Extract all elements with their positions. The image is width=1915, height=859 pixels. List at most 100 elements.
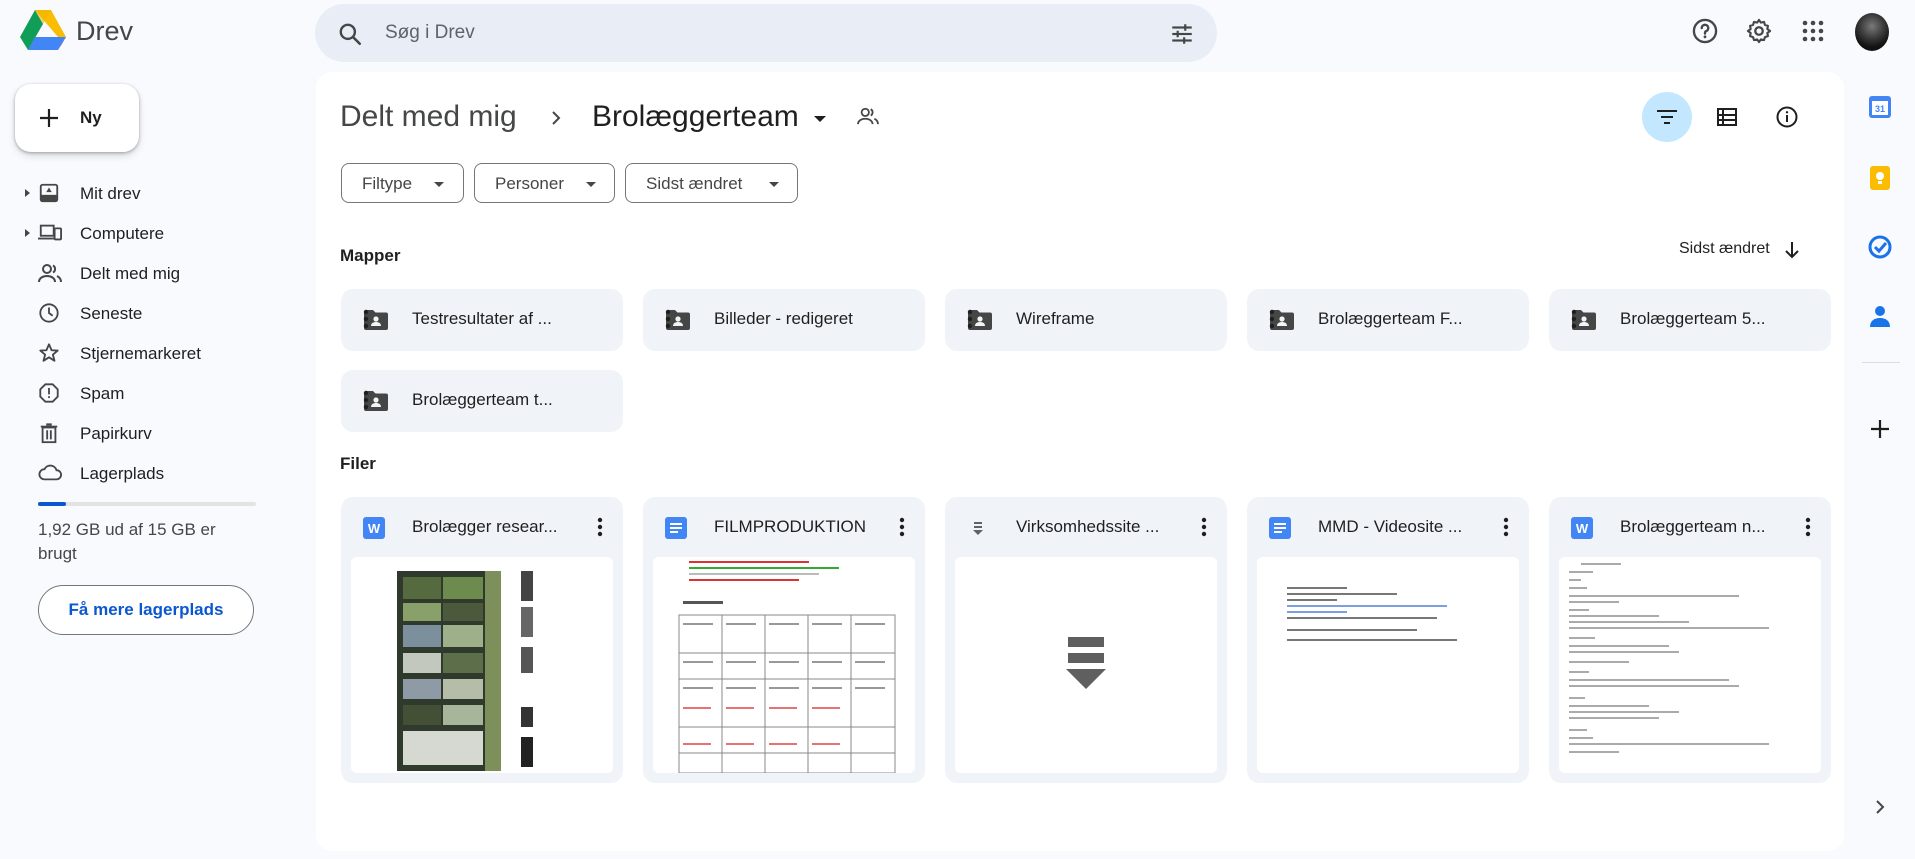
google-docs-shortcut-icon — [1269, 517, 1291, 539]
expand-arrow-icon[interactable] — [25, 229, 30, 237]
cloud-icon — [38, 462, 62, 482]
info-icon — [1775, 105, 1799, 129]
sort-label[interactable]: Sidst ændret — [1679, 240, 1770, 258]
file-card[interactable]: Virksomhedssite ... — [945, 497, 1227, 783]
folder-card[interactable]: Wireframe — [945, 289, 1227, 351]
settings-button[interactable] — [1741, 13, 1777, 49]
sidebar-item-my-drive[interactable]: Mit drev — [0, 173, 300, 213]
chevron-down-icon — [769, 182, 779, 187]
tasks-app-button[interactable] — [1865, 232, 1895, 262]
more-options-icon[interactable] — [1201, 517, 1207, 537]
sidebar-item-label: Delt med mig — [80, 264, 181, 283]
file-thumbnail — [1257, 557, 1519, 773]
help-icon — [1691, 17, 1719, 45]
search-bar[interactable] — [315, 4, 1217, 62]
sidebar-item-label: Computere — [80, 224, 165, 243]
apps-button[interactable] — [1795, 13, 1831, 49]
sidebar-item-computers[interactable]: Computere — [0, 213, 300, 253]
my-drive-icon — [38, 182, 60, 204]
get-add-ons-button[interactable] — [1865, 414, 1895, 444]
shared-icon — [38, 262, 62, 284]
folder-card[interactable]: Brolæggerteam 5... — [1549, 289, 1831, 351]
sidebar-item-label: Papirkurv — [80, 424, 152, 443]
rail-divider — [1862, 362, 1900, 363]
more-options-icon[interactable] — [1571, 309, 1811, 329]
details-button[interactable] — [1762, 92, 1812, 142]
new-button[interactable]: Ny — [15, 84, 139, 152]
drive-logo[interactable]: Drev — [20, 10, 133, 52]
folder-card[interactable]: Brolæggerteam t... — [341, 370, 623, 432]
people-filter[interactable]: Personer — [474, 163, 615, 203]
expand-arrow-icon[interactable] — [25, 189, 30, 197]
star-icon — [38, 342, 60, 364]
more-options-icon[interactable] — [363, 390, 603, 410]
file-type-filter[interactable]: Filtype — [341, 163, 464, 203]
keep-app-button[interactable] — [1865, 163, 1895, 193]
contacts-app-button[interactable] — [1865, 301, 1895, 331]
list-view-icon — [1716, 108, 1738, 126]
sidebar-item-starred[interactable]: Stjernemarkeret — [0, 333, 300, 373]
word-file-icon: W — [363, 517, 385, 539]
sidebar-item-spam[interactable]: Spam — [0, 373, 300, 413]
help-button[interactable] — [1687, 13, 1723, 49]
files-section-title: Filer — [340, 454, 376, 473]
more-options-icon[interactable] — [665, 309, 905, 329]
search-icon[interactable] — [337, 21, 363, 47]
plus-icon — [1870, 419, 1890, 439]
folder-card[interactable]: Testresultater af ... — [341, 289, 623, 351]
more-options-icon[interactable] — [363, 309, 603, 329]
search-input[interactable] — [385, 16, 1145, 50]
more-options-icon[interactable] — [899, 517, 905, 537]
avatar[interactable] — [1855, 13, 1889, 51]
file-name: Brolægger resear... — [412, 517, 558, 536]
file-name: Virksomhedssite ... — [1016, 517, 1160, 536]
sidebar-item-trash[interactable]: Papirkurv — [0, 413, 300, 453]
file-thumbnail — [653, 557, 915, 773]
modified-filter[interactable]: Sidst ændret — [625, 163, 798, 203]
file-card[interactable]: W Brolægger resear... — [341, 497, 623, 783]
file-card[interactable]: FILMPRODUKTION — [643, 497, 925, 783]
sidebar-item-storage[interactable]: Lagerplads — [0, 453, 300, 493]
download-file-icon — [967, 517, 989, 539]
sidebar-item-recent[interactable]: Seneste — [0, 293, 300, 333]
filter-label: Filtype — [362, 174, 413, 193]
download-arrow-icon — [1066, 637, 1106, 689]
more-options-icon[interactable] — [1269, 309, 1509, 329]
list-view-button[interactable] — [1702, 92, 1752, 142]
apps-grid-icon — [1801, 19, 1825, 43]
folders-section-title: Mapper — [340, 246, 401, 265]
plus-icon — [37, 106, 61, 130]
chevron-right-icon — [546, 106, 566, 130]
arrow-down-icon[interactable] — [1782, 238, 1802, 262]
more-options-icon[interactable] — [597, 517, 603, 537]
search-options-icon[interactable] — [1169, 21, 1195, 47]
more-options-icon[interactable] — [1805, 517, 1811, 537]
calendar-app-button[interactable]: 31 — [1865, 92, 1895, 122]
folder-card[interactable]: Brolæggerteam F... — [1247, 289, 1529, 351]
sidebar-item-shared[interactable]: Delt med mig — [0, 253, 300, 293]
breadcrumb-parent[interactable]: Delt med mig — [340, 100, 517, 134]
file-card[interactable]: W Brolæggerteam n... — [1549, 497, 1831, 783]
show-side-panel-button[interactable] — [1865, 792, 1895, 822]
get-more-storage-button[interactable]: Få mere lagerplads — [38, 585, 254, 635]
breadcrumb-current[interactable]: Brolæggerteam — [592, 100, 799, 134]
storage-usage-text: 1,92 GB ud af 15 GB er brugt — [38, 520, 216, 563]
file-thumbnail — [955, 557, 1217, 773]
file-card[interactable]: MMD - Videosite ... — [1247, 497, 1529, 783]
sidebar-item-label: Stjernemarkeret — [80, 344, 201, 363]
folder-menu-caret-icon[interactable] — [814, 116, 826, 122]
file-name: MMD - Videosite ... — [1318, 517, 1463, 536]
file-thumbnail — [351, 557, 613, 773]
sidebar-item-label: Seneste — [80, 304, 143, 323]
more-options-icon[interactable] — [1503, 517, 1509, 537]
drive-logo-icon — [20, 10, 66, 52]
folder-card[interactable]: Billeder - redigeret — [643, 289, 925, 351]
contacts-icon — [1870, 305, 1890, 327]
tasks-icon — [1868, 235, 1892, 259]
word-file-icon: W — [1571, 517, 1593, 539]
more-options-icon[interactable] — [967, 309, 1207, 329]
shared-folder-people-icon[interactable] — [857, 106, 879, 126]
filter-toggle-button[interactable] — [1642, 92, 1692, 142]
filter-label: Personer — [495, 174, 564, 193]
storage-progress-fill — [38, 502, 66, 506]
